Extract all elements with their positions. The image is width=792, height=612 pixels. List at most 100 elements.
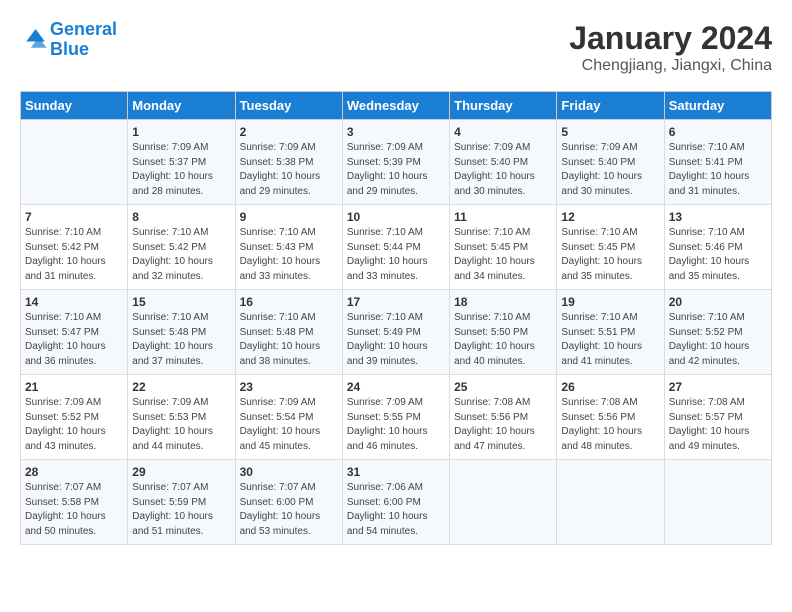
- day-number: 4: [454, 125, 552, 139]
- calendar-cell: 16 Sunrise: 7:10 AM Sunset: 5:48 PM Dayli…: [235, 290, 342, 375]
- calendar-cell: 2 Sunrise: 7:09 AM Sunset: 5:38 PM Daylig…: [235, 120, 342, 205]
- calendar-cell: 24 Sunrise: 7:09 AM Sunset: 5:55 PM Dayli…: [342, 375, 449, 460]
- cell-content: Sunrise: 7:10 AM Sunset: 5:45 PM Dayligh…: [561, 226, 659, 284]
- cell-content: Sunrise: 7:09 AM Sunset: 5:38 PM Dayligh…: [240, 141, 338, 199]
- calendar-cell: [557, 460, 664, 545]
- calendar-cell: 25 Sunrise: 7:08 AM Sunset: 5:56 PM Dayli…: [450, 375, 557, 460]
- calendar-cell: 4 Sunrise: 7:09 AM Sunset: 5:40 PM Daylig…: [450, 120, 557, 205]
- weekday-header: Saturday: [664, 92, 771, 120]
- calendar-cell: 13 Sunrise: 7:10 AM Sunset: 5:46 PM Dayli…: [664, 205, 771, 290]
- calendar-header: SundayMondayTuesdayWednesdayThursdayFrid…: [21, 92, 772, 120]
- calendar-cell: 29 Sunrise: 7:07 AM Sunset: 5:59 PM Dayli…: [128, 460, 235, 545]
- cell-content: Sunrise: 7:10 AM Sunset: 5:51 PM Dayligh…: [561, 311, 659, 369]
- cell-content: Sunrise: 7:10 AM Sunset: 5:47 PM Dayligh…: [25, 311, 123, 369]
- calendar-cell: 18Sunrise: 7:10 AM Sunset: 5:50 PM Dayli…: [450, 290, 557, 375]
- cell-content: Sunrise: 7:09 AM Sunset: 5:40 PM Dayligh…: [454, 141, 552, 199]
- cell-content: Sunrise: 7:10 AM Sunset: 5:42 PM Dayligh…: [25, 226, 123, 284]
- logo: General Blue: [20, 20, 117, 60]
- cell-content: Sunrise: 7:10 AM Sunset: 5:46 PM Dayligh…: [669, 226, 767, 284]
- cell-content: Sunrise: 7:10 AM Sunset: 5:49 PM Dayligh…: [347, 311, 445, 369]
- calendar-cell: 14 Sunrise: 7:10 AM Sunset: 5:47 PM Dayli…: [21, 290, 128, 375]
- cell-content: Sunrise: 7:09 AM Sunset: 5:54 PM Dayligh…: [240, 396, 338, 454]
- calendar-table: SundayMondayTuesdayWednesdayThursdayFrid…: [20, 91, 772, 545]
- day-number: 23: [240, 380, 338, 394]
- day-number: 24: [347, 380, 445, 394]
- calendar-cell: [21, 120, 128, 205]
- day-number: 10: [347, 210, 445, 224]
- logo-text: General Blue: [50, 20, 117, 60]
- weekday-header: Monday: [128, 92, 235, 120]
- cell-content: Sunrise: 7:10 AM Sunset: 5:48 PM Dayligh…: [132, 311, 230, 369]
- page-title: January 2024: [569, 20, 772, 57]
- day-number: 17: [347, 295, 445, 309]
- calendar-cell: 7Sunrise: 7:10 AM Sunset: 5:42 PM Daylig…: [21, 205, 128, 290]
- calendar-cell: 19Sunrise: 7:10 AM Sunset: 5:51 PM Dayli…: [557, 290, 664, 375]
- cell-content: Sunrise: 7:09 AM Sunset: 5:40 PM Dayligh…: [561, 141, 659, 199]
- calendar-cell: [664, 460, 771, 545]
- day-number: 29: [132, 465, 230, 479]
- cell-content: Sunrise: 7:07 AM Sunset: 5:59 PM Dayligh…: [132, 481, 230, 539]
- day-number: 14: [25, 295, 123, 309]
- calendar-cell: 22Sunrise: 7:09 AM Sunset: 5:53 PM Dayli…: [128, 375, 235, 460]
- calendar-cell: 6Sunrise: 7:10 AM Sunset: 5:41 PM Daylig…: [664, 120, 771, 205]
- day-number: 9: [240, 210, 338, 224]
- calendar-cell: 27 Sunrise: 7:08 AM Sunset: 5:57 PM Dayli…: [664, 375, 771, 460]
- calendar-cell: 17 Sunrise: 7:10 AM Sunset: 5:49 PM Dayli…: [342, 290, 449, 375]
- day-number: 11: [454, 210, 552, 224]
- cell-content: Sunrise: 7:08 AM Sunset: 5:56 PM Dayligh…: [454, 396, 552, 454]
- cell-content: Sunrise: 7:10 AM Sunset: 5:52 PM Dayligh…: [669, 311, 767, 369]
- weekday-row: SundayMondayTuesdayWednesdayThursdayFrid…: [21, 92, 772, 120]
- cell-content: Sunrise: 7:08 AM Sunset: 5:56 PM Dayligh…: [561, 396, 659, 454]
- day-number: 2: [240, 125, 338, 139]
- day-number: 27: [669, 380, 767, 394]
- day-number: 15: [132, 295, 230, 309]
- calendar-week-row: 14 Sunrise: 7:10 AM Sunset: 5:47 PM Dayli…: [21, 290, 772, 375]
- cell-content: Sunrise: 7:09 AM Sunset: 5:52 PM Dayligh…: [25, 396, 123, 454]
- cell-content: Sunrise: 7:10 AM Sunset: 5:43 PM Dayligh…: [240, 226, 338, 284]
- calendar-week-row: 21Sunrise: 7:09 AM Sunset: 5:52 PM Dayli…: [21, 375, 772, 460]
- calendar-cell: 26 Sunrise: 7:08 AM Sunset: 5:56 PM Dayli…: [557, 375, 664, 460]
- cell-content: Sunrise: 7:07 AM Sunset: 5:58 PM Dayligh…: [25, 481, 123, 539]
- day-number: 6: [669, 125, 767, 139]
- cell-content: Sunrise: 7:10 AM Sunset: 5:44 PM Dayligh…: [347, 226, 445, 284]
- cell-content: Sunrise: 7:08 AM Sunset: 5:57 PM Dayligh…: [669, 396, 767, 454]
- page-header: General Blue January 2024 Chengjiang, Ji…: [20, 20, 772, 75]
- calendar-cell: 1 Sunrise: 7:09 AM Sunset: 5:37 PM Daylig…: [128, 120, 235, 205]
- weekday-header: Thursday: [450, 92, 557, 120]
- calendar-cell: 21Sunrise: 7:09 AM Sunset: 5:52 PM Dayli…: [21, 375, 128, 460]
- day-number: 1: [132, 125, 230, 139]
- calendar-cell: 8Sunrise: 7:10 AM Sunset: 5:42 PM Daylig…: [128, 205, 235, 290]
- day-number: 16: [240, 295, 338, 309]
- weekday-header: Friday: [557, 92, 664, 120]
- calendar-cell: 31Sunrise: 7:06 AM Sunset: 6:00 PM Dayli…: [342, 460, 449, 545]
- cell-content: Sunrise: 7:07 AM Sunset: 6:00 PM Dayligh…: [240, 481, 338, 539]
- day-number: 13: [669, 210, 767, 224]
- weekday-header: Wednesday: [342, 92, 449, 120]
- calendar-week-row: 1 Sunrise: 7:09 AM Sunset: 5:37 PM Daylig…: [21, 120, 772, 205]
- cell-content: Sunrise: 7:10 AM Sunset: 5:48 PM Dayligh…: [240, 311, 338, 369]
- calendar-cell: 9 Sunrise: 7:10 AM Sunset: 5:43 PM Daylig…: [235, 205, 342, 290]
- calendar-cell: 23 Sunrise: 7:09 AM Sunset: 5:54 PM Dayli…: [235, 375, 342, 460]
- day-number: 5: [561, 125, 659, 139]
- calendar-cell: 15 Sunrise: 7:10 AM Sunset: 5:48 PM Dayli…: [128, 290, 235, 375]
- day-number: 31: [347, 465, 445, 479]
- calendar-cell: 3Sunrise: 7:09 AM Sunset: 5:39 PM Daylig…: [342, 120, 449, 205]
- calendar-cell: [450, 460, 557, 545]
- calendar-week-row: 7Sunrise: 7:10 AM Sunset: 5:42 PM Daylig…: [21, 205, 772, 290]
- cell-content: Sunrise: 7:09 AM Sunset: 5:55 PM Dayligh…: [347, 396, 445, 454]
- calendar-cell: 12 Sunrise: 7:10 AM Sunset: 5:45 PM Dayli…: [557, 205, 664, 290]
- day-number: 25: [454, 380, 552, 394]
- day-number: 26: [561, 380, 659, 394]
- calendar-week-row: 28 Sunrise: 7:07 AM Sunset: 5:58 PM Dayli…: [21, 460, 772, 545]
- calendar-cell: 5 Sunrise: 7:09 AM Sunset: 5:40 PM Daylig…: [557, 120, 664, 205]
- cell-content: Sunrise: 7:09 AM Sunset: 5:37 PM Dayligh…: [132, 141, 230, 199]
- day-number: 18: [454, 295, 552, 309]
- day-number: 20: [669, 295, 767, 309]
- cell-content: Sunrise: 7:10 AM Sunset: 5:45 PM Dayligh…: [454, 226, 552, 284]
- calendar-body: 1 Sunrise: 7:09 AM Sunset: 5:37 PM Daylig…: [21, 120, 772, 545]
- weekday-header: Tuesday: [235, 92, 342, 120]
- day-number: 28: [25, 465, 123, 479]
- day-number: 12: [561, 210, 659, 224]
- day-number: 3: [347, 125, 445, 139]
- cell-content: Sunrise: 7:10 AM Sunset: 5:42 PM Dayligh…: [132, 226, 230, 284]
